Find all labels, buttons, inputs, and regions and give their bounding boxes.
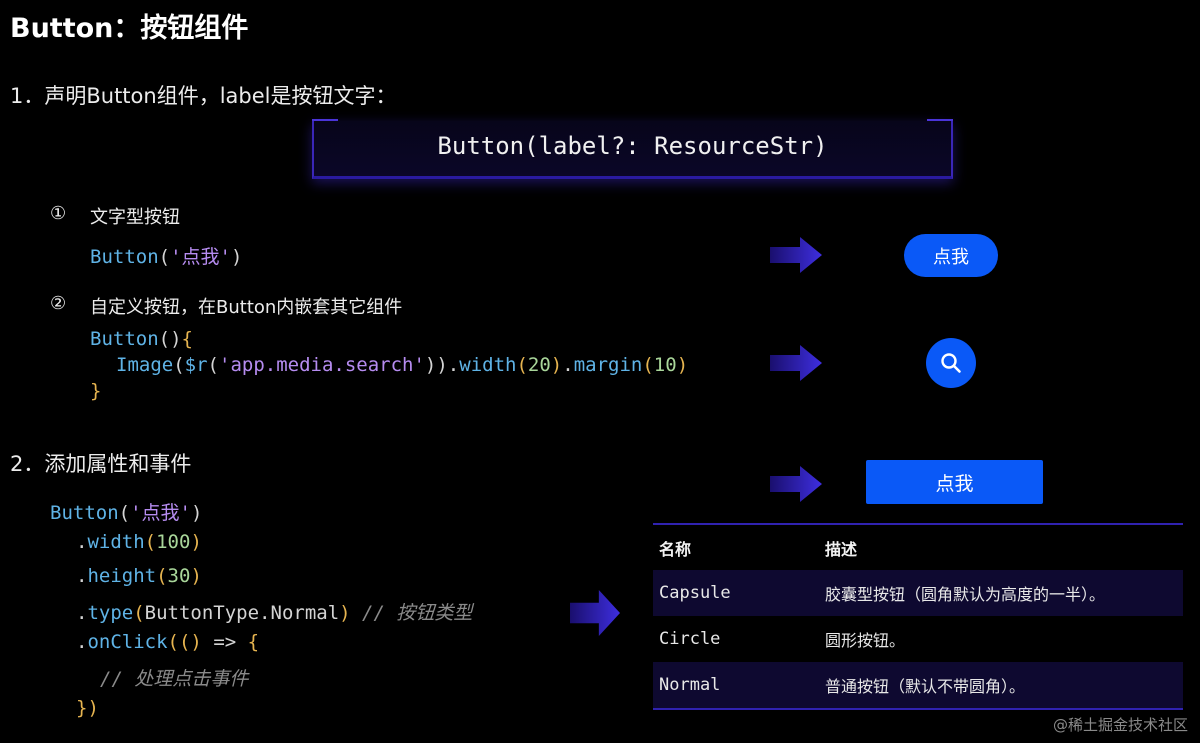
item1-marker: ①: [50, 203, 67, 224]
item2-marker: ②: [50, 293, 67, 314]
code-paren: ): [550, 354, 563, 376]
code-paren: ): [190, 531, 202, 553]
section2-code-line4: .type(ButtonType.Normal) // 按钮类型: [76, 598, 472, 625]
arrow-right-icon: [770, 466, 822, 502]
code-method: height: [87, 565, 157, 587]
item1-label: 文字型按钮: [90, 207, 180, 228]
table-row: Normal 普通按钮（默认不带圆角）。: [653, 662, 1183, 709]
code-paren: ((: [167, 631, 191, 653]
code-paren: (: [156, 565, 168, 587]
arrow-right-icon: [570, 590, 620, 636]
table-row: Capsule 胶囊型按钮（圆角默认为高度的一半）。: [653, 570, 1183, 616]
code-paren: (): [158, 328, 182, 350]
code-dot: .: [76, 602, 88, 624]
code-paren: (: [642, 354, 654, 376]
item1-code: Button('点我'): [90, 242, 242, 269]
code-method: onClick: [87, 631, 168, 653]
section2-code-line1: Button('点我'): [50, 498, 202, 525]
code-dot: .: [76, 565, 88, 587]
code-number: 30: [167, 565, 191, 587]
table-header-name: 名称: [653, 524, 819, 570]
arrow-right-icon: [770, 237, 822, 273]
code-paren: ): [230, 246, 243, 268]
code-number: 100: [156, 531, 191, 553]
table-cell-name: Capsule: [653, 570, 819, 616]
code-method: margin: [573, 354, 643, 376]
code-string: '点我': [170, 246, 231, 268]
code-paren: ): [190, 565, 202, 587]
section2-code-line7: }): [76, 697, 99, 719]
code-fn: Button: [50, 502, 119, 524]
code-dot: .: [76, 631, 88, 653]
code-paren: (: [173, 354, 185, 376]
code-number: 10: [653, 354, 677, 376]
code-brace: {: [181, 328, 193, 350]
code-method: width: [87, 531, 145, 553]
code-fn: Image: [116, 354, 174, 376]
item2-code-line2: Image($r('app.media.search')).width(20).…: [116, 354, 688, 376]
table-cell-name: Circle: [653, 616, 819, 662]
code-paren: ): [190, 502, 203, 524]
code-dot: .: [76, 531, 88, 553]
arrow-right-icon: [770, 345, 822, 381]
code-paren: (: [118, 502, 131, 524]
code-fn: Button: [90, 246, 159, 268]
code-comment: // 按钮类型: [350, 602, 473, 624]
code-dot: .: [562, 354, 574, 376]
code-string: 'app.media.search': [219, 354, 425, 376]
normal-demo-button[interactable]: 点我: [866, 460, 1043, 504]
table-header-desc: 描述: [819, 524, 1183, 570]
table-cell-desc: 圆形按钮。: [819, 616, 1183, 662]
code-paren: (: [207, 354, 219, 376]
section2-code-line6: // 处理点击事件: [100, 668, 249, 690]
button-type-table: 名称 描述 Capsule 胶囊型按钮（圆角默认为高度的一半）。 Circle …: [653, 523, 1183, 710]
code-paren: ): [190, 631, 202, 653]
item2-label: 自定义按钮，在Button内嵌套其它组件: [90, 297, 403, 318]
table-cell-desc: 胶囊型按钮（圆角默认为高度的一半）。: [819, 570, 1183, 616]
watermark: @稀土掘金技术社区: [1052, 716, 1188, 734]
code-number: 20: [527, 354, 551, 376]
code-paren: (: [516, 354, 528, 376]
code-dot: .: [447, 354, 460, 376]
signature-text: Button(label?: ResourceStr): [437, 132, 828, 160]
code-paren: )): [424, 354, 448, 376]
code-fn: $r: [184, 354, 208, 376]
table-cell-name: Normal: [653, 662, 819, 709]
table-row: Circle 圆形按钮。: [653, 616, 1183, 662]
section2-code-line2: .width(100): [76, 531, 202, 553]
code-arrow: =>: [201, 631, 248, 653]
code-string: '点我': [130, 502, 191, 524]
code-paren: (: [133, 602, 145, 624]
code-fn: Button: [90, 328, 159, 350]
section2-code-line3: .height(30): [76, 565, 202, 587]
code-paren: ): [676, 354, 689, 376]
circle-search-button[interactable]: [926, 338, 976, 388]
code-arg: ButtonType.Normal: [144, 602, 340, 624]
section2-code-line5: .onClick(() => {: [76, 631, 259, 653]
signature-box: Button(label?: ResourceStr): [312, 119, 953, 179]
section1-heading: 1．声明Button组件，label是按钮文字：: [10, 84, 397, 108]
code-paren: (: [144, 531, 157, 553]
item2-code-line3: }: [90, 380, 101, 402]
code-paren: ): [339, 602, 351, 624]
table-cell-desc: 普通按钮（默认不带圆角）。: [819, 662, 1183, 709]
table-header-row: 名称 描述: [653, 524, 1183, 570]
capsule-demo-button[interactable]: 点我: [904, 234, 998, 277]
code-brace: }: [90, 380, 102, 402]
code-brace: {: [247, 631, 260, 653]
code-method: type: [87, 602, 134, 624]
page-title: Button：按钮组件: [10, 13, 249, 44]
search-icon: [941, 353, 961, 373]
item2-code-line1: Button(){: [90, 328, 193, 350]
section2-heading: 2．添加属性和事件: [10, 452, 192, 476]
code-paren: (: [158, 246, 171, 268]
code-method: width: [459, 354, 517, 376]
